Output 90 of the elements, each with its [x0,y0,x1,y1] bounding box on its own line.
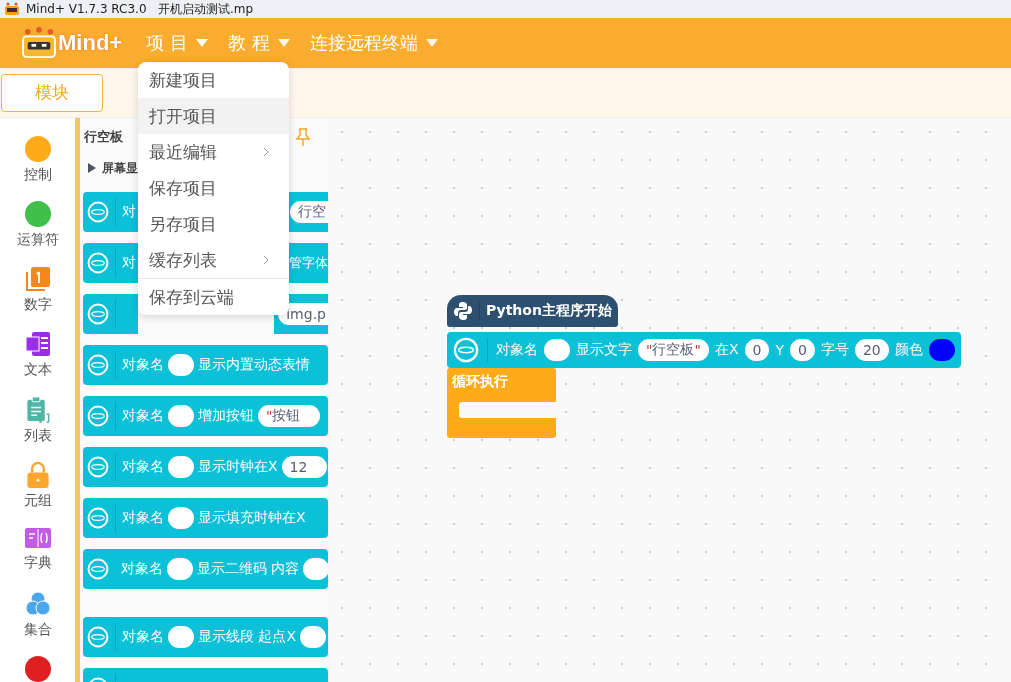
section-title[interactable]: 屏幕显 [102,159,138,177]
block-label: 对 [122,203,136,221]
menu-item[interactable]: 新建项目 [138,62,289,98]
caret-icon [277,39,290,47]
number-icon[interactable] [24,266,51,292]
input-field[interactable]: 行空 [290,201,328,223]
ellipse-icon [87,405,109,427]
chevron-icon [263,147,269,157]
menu-item[interactable]: 保存项目 [138,170,289,206]
input-slot[interactable] [544,339,570,361]
logo-text: Mind+ [58,30,123,56]
input-slot[interactable] [168,507,194,529]
block-label: 管字体 [289,254,328,272]
block-label: 显示二维码 内容 [197,560,300,578]
block-label: 显示填充时钟在X [198,509,306,527]
code-block[interactable]: 行空 [286,192,328,232]
input-field[interactable]: "按钮 [258,405,321,427]
block-label: Y [775,342,784,358]
block-label: 对象名 [121,560,163,578]
category-label[interactable]: 集合 [23,621,52,639]
input-field[interactable]: 20 [854,339,889,361]
category-label[interactable]: 数字 [23,296,52,314]
block-label: 对象名 [122,356,164,374]
padlock-icon[interactable] [24,461,51,488]
ellipse-icon [87,507,109,529]
block-label: 字号 [820,341,849,359]
code-block[interactable]: 对象名 显示时钟在X 12 [83,447,328,487]
block-label: 显示内置动态表情 [198,356,310,374]
block-label: 显示文字 [576,341,632,359]
clipboard-icon[interactable] [24,396,51,423]
ellipse-icon [87,252,109,274]
block-label: 颜色 [894,341,923,359]
category-label[interactable]: 元组 [23,492,52,510]
menu-item[interactable]: 打开项目 [138,98,289,134]
code-block[interactable]: 对象名 增加按钮 "按钮 [83,396,328,436]
caret-icon [195,39,208,47]
input-slot[interactable] [303,558,328,580]
color-swatch[interactable] [928,339,955,361]
block-label: 对象名 [122,628,164,646]
code-block[interactable] [83,294,138,334]
book-icon[interactable] [23,526,52,550]
pin-icon[interactable] [296,128,310,146]
category-label[interactable]: 控制 [23,166,52,184]
palette-title: 行空板 [84,128,123,146]
window-title: Mind+ V1.7.3 RC3.0 开机启动测试.mp [26,0,254,18]
input-field[interactable]: 0 [744,339,770,361]
ellipse-icon [453,337,479,363]
ellipse-icon [87,201,109,223]
chevron-icon [263,255,269,265]
input-slot[interactable] [168,354,194,376]
ellipse-icon [87,558,109,580]
block-label: 增加按钮 [198,407,254,425]
hat-block[interactable]: Python主程序开始 [447,295,618,327]
caret-icon [425,39,438,47]
robot-logo-icon [20,27,58,59]
block-label: 在X [714,341,739,359]
ellipse-icon [87,626,109,648]
category-dot-icon[interactable] [24,136,51,162]
menu-item[interactable]: 最近编辑 [138,134,289,170]
robot-icon [4,2,20,16]
block-label: 对象名 [122,407,164,425]
menu-item[interactable]: 另存项目 [138,206,289,242]
block-label: 显示线段 起点X [198,628,297,646]
block-label: 对象名 [122,509,164,527]
category-dot-icon[interactable] [24,656,51,682]
python-icon [453,301,473,321]
input-slot[interactable] [300,626,327,648]
input-slot[interactable] [167,558,193,580]
ellipse-icon [87,303,109,325]
category-label[interactable]: 运算符 [16,231,59,249]
triangle-icon[interactable] [88,163,96,173]
input-slot[interactable] [168,456,194,478]
ellipse-icon [87,354,109,376]
input-slot[interactable] [168,626,194,648]
block-label: 对 [122,254,136,272]
category-label[interactable]: 字典 [23,554,52,572]
block-label: 对象名 [122,458,164,476]
category-label[interactable]: 列表 [23,427,52,445]
input-field[interactable]: 12 [281,456,328,478]
ellipse-icon [87,456,109,478]
block-label: 对象名 [496,341,538,359]
block-label: 显示时钟在X [198,458,278,476]
text-icon[interactable] [24,331,51,357]
input-field[interactable]: "行空板" [638,339,709,361]
code-block[interactable]: 对象名 显示文字 "行空板" 在X 0 Y 0 字号 20 颜色 [447,332,961,368]
input-field[interactable]: 0 [790,339,815,361]
input-slot[interactable] [168,405,194,427]
category-dot-icon[interactable] [24,201,51,227]
category-label[interactable]: 文本 [23,361,52,379]
venn-icon[interactable] [23,591,52,617]
